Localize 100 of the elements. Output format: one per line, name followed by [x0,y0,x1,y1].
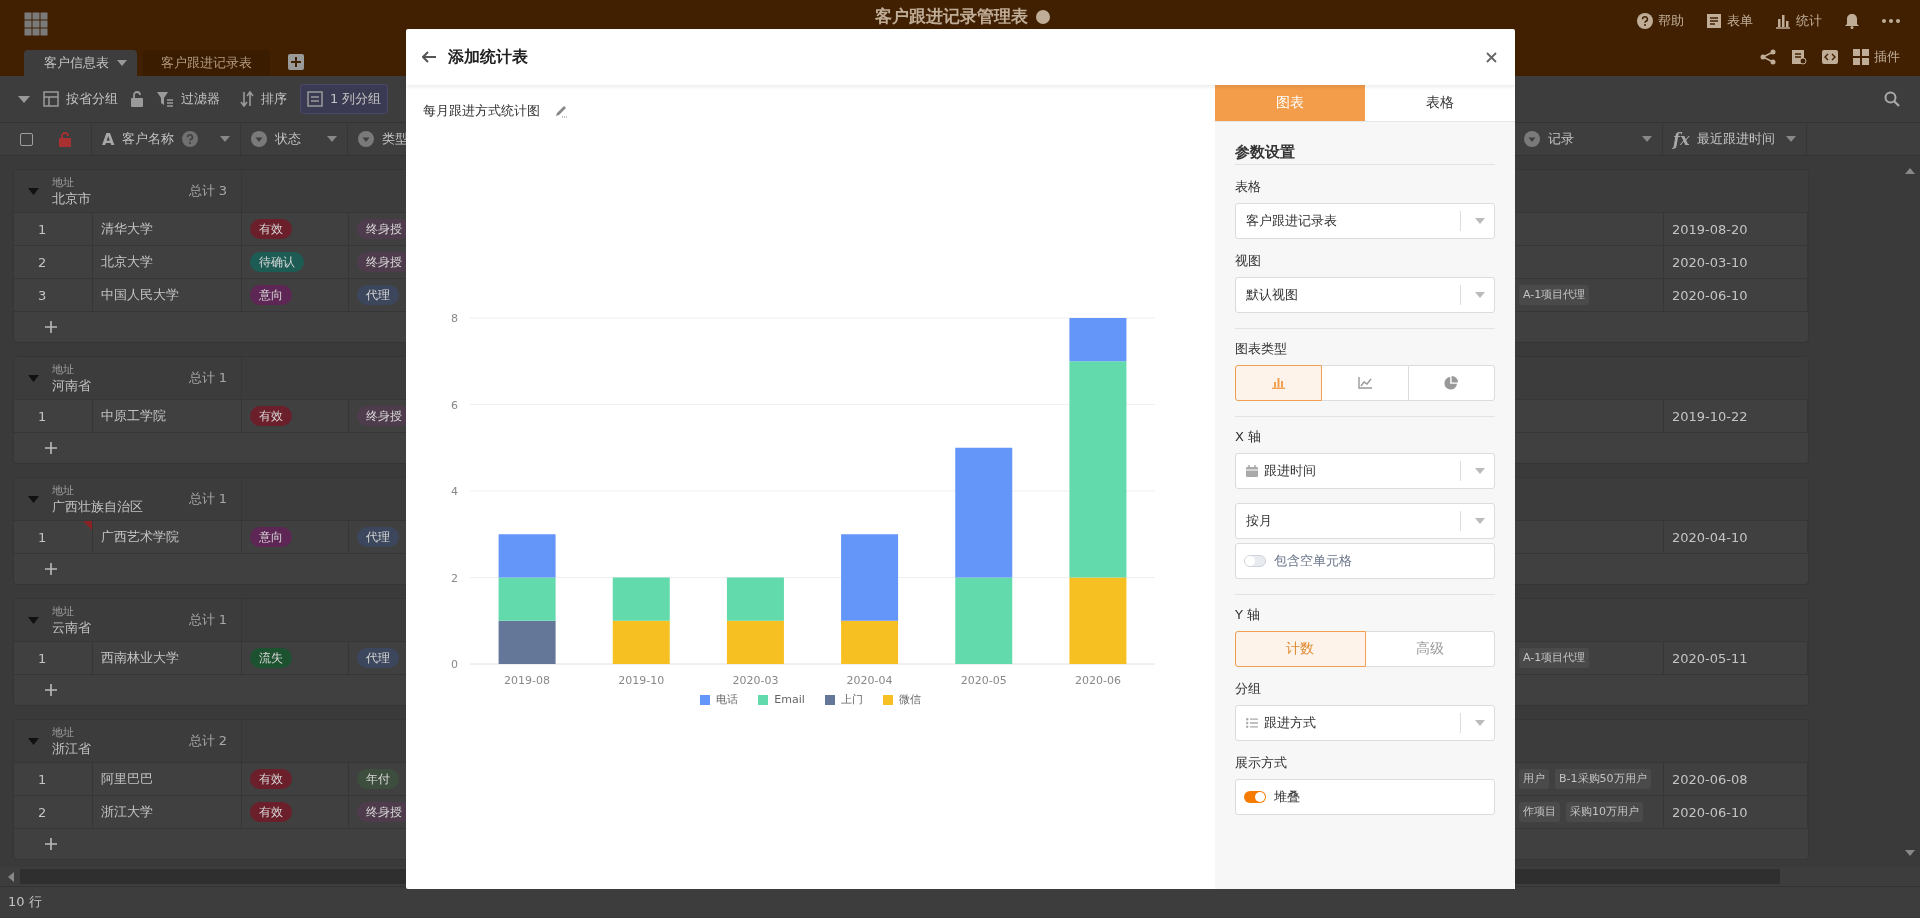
table-cell: 浙江大学 [101,803,153,821]
table-cell: 清华大学 [101,220,153,238]
column-header: 记录 [1548,130,1574,148]
type-tag: 年付 [357,769,399,789]
y-tick-label: 4 [451,485,458,498]
row-number: 3 [38,287,47,303]
y-tick-label: 8 [451,312,458,325]
header-link[interactable]: 统计 [1775,12,1822,30]
group-total: 总计 1 [188,490,227,508]
app-title: 客户跟进记录管理表 [874,5,1028,28]
status-tag: 有效 [250,802,292,822]
group-field-label: 地址 [52,174,75,190]
legend-label: 微信 [898,692,921,707]
select-field[interactable]: 默认视图 [1235,277,1495,313]
table-cell: 2020-05-11 [1672,650,1748,666]
toggle-label: 堆叠 [1274,788,1300,806]
group-name: 北京市 [52,189,92,208]
group-total: 总计 1 [188,369,227,387]
status-tag: 有效 [250,769,292,789]
status-tag: 意向 [250,527,292,547]
chart-title: 每月跟进方式统计图 [423,101,540,120]
status-tag: 待确认 [250,252,304,272]
y-tick-label: 2 [451,571,458,585]
column-header: 最近跟进时间 [1697,130,1776,148]
table-cell: 2020-03-10 [1672,254,1748,270]
field-label: 分组 [1235,680,1262,698]
table-cell: 2020-06-10 [1672,804,1748,820]
field-label: Y 轴 [1235,606,1262,624]
select-field[interactable]: 跟进方式 [1235,705,1495,741]
group-name: 浙江省 [52,739,92,758]
row-number: 2 [38,254,47,270]
group-name: 河南省 [52,376,92,395]
group-name: 云南省 [52,618,92,637]
status-tag: 有效 [250,219,292,239]
legend-label: 上门 [840,692,863,707]
group-total: 总计 1 [188,611,227,629]
table-cell: 中原工学院 [101,407,166,425]
field-type-glyph: fx [1673,129,1690,149]
row-count: 10 行 [8,893,42,911]
row-number: 1 [38,221,47,237]
status-tag: 流失 [250,648,292,668]
table-cell: 西南林业大学 [101,649,179,667]
table-cell: 中国人民大学 [101,286,179,304]
table-cell: 2020-06-10 [1672,287,1748,303]
status-tag: 意向 [250,285,292,305]
legend-label: 电话 [716,692,739,707]
toolbar-button[interactable]: 过滤器 [149,84,227,114]
select-field[interactable]: 按月 [1235,503,1495,539]
toolbar-button[interactable]: 按省分组 [36,84,125,114]
header-link[interactable]: 表单 [1706,12,1753,30]
field-label: 表格 [1235,178,1262,196]
row-number: 2 [38,804,47,820]
field-label: 展示方式 [1235,754,1288,772]
type-tag: 代理 [357,648,399,668]
status-tag: 有效 [250,406,292,426]
record-tag: 用户 [1519,769,1549,789]
table-cell: 2020-06-08 [1672,771,1748,787]
table-cell: 2020-04-10 [1672,529,1748,545]
field-label: 视图 [1235,252,1262,270]
x-tick-label: 2020-05 [960,674,1007,687]
x-tick-label: 2020-04 [846,674,893,687]
x-tick-label: 2020-06 [1074,674,1121,687]
y-tick-label: 6 [451,398,458,412]
select-field[interactable]: 客户跟进记录表 [1235,203,1495,239]
panel-heading: 参数设置 [1235,122,1495,165]
field-type-glyph: A [102,129,115,149]
group-total: 总计 2 [188,732,227,750]
table-cell: 2019-08-20 [1672,221,1748,237]
sheet-tab[interactable]: 客户跟进记录表 [143,50,270,76]
group-field-label: 地址 [52,603,75,619]
y-tick-label: 0 [451,658,458,671]
sheet-tab[interactable]: 客户信息表 [24,50,137,76]
row-number: 1 [38,408,47,424]
header-link[interactable]: 帮助 [1637,12,1684,30]
x-tick-label: 2019-08 [504,674,551,687]
group-name: 广西壮族自治区 [52,497,144,516]
row-number: 1 [38,650,47,666]
table-cell: 阿里巴巴 [101,770,153,788]
record-tag: A-1项目代理 [1519,648,1590,668]
select-field[interactable]: 跟进时间 [1235,453,1495,489]
table-cell: 2019-10-22 [1672,408,1748,424]
column-header: 客户名称 [122,130,175,148]
group-total: 总计 3 [188,182,227,200]
type-tag: 代理 [357,527,399,547]
panel-tab[interactable]: 表格 [1365,85,1515,121]
table-cell: 北京大学 [101,253,153,271]
x-tick-label: 2019-10 [618,674,665,687]
record-tag: 采购10万用户 [1566,802,1643,822]
column-header: 状态 [275,130,301,148]
row-number: 1 [38,771,47,787]
x-tick-label: 2020-03 [732,674,779,687]
type-tag: 代理 [357,285,399,305]
record-tag: 作项目 [1519,802,1560,822]
record-tag: A-1项目代理 [1519,285,1590,305]
toolbar-button[interactable]: 1 列分组 [300,84,389,114]
plugin-link[interactable]: 插件 [1853,48,1900,66]
row-number: 1 [38,529,47,545]
toolbar-button[interactable]: 排序 [233,84,294,114]
record-tag: B-1采购50万用户 [1555,769,1651,789]
group-field-label: 地址 [52,361,75,377]
